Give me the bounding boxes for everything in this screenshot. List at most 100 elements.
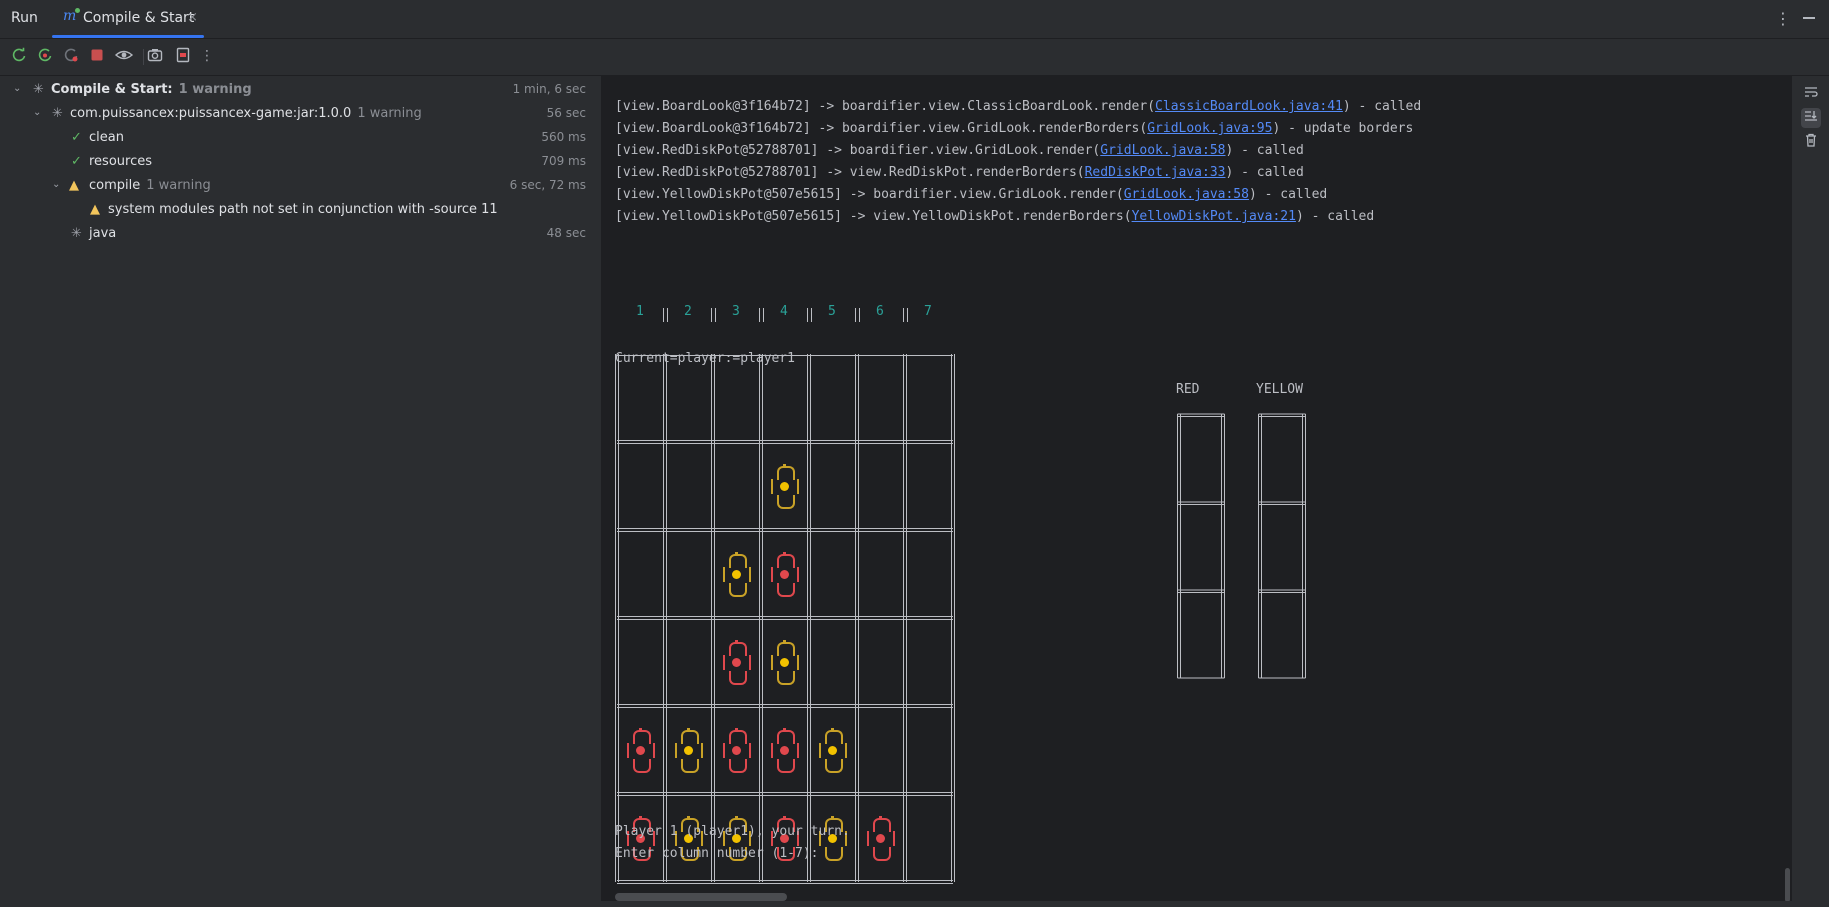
turn-prompt: Player 1 (player1), your turn. bbox=[615, 824, 850, 839]
horizontal-scrollbar[interactable] bbox=[615, 893, 787, 901]
maven-icon: m bbox=[63, 8, 81, 24]
red-disk bbox=[715, 706, 763, 794]
export-icon[interactable] bbox=[174, 47, 192, 65]
duration: 709 ms bbox=[541, 154, 586, 168]
log-line: [view.YellowDiskPot@507e5615] -> boardif… bbox=[615, 187, 1328, 202]
yellow-disk bbox=[715, 530, 763, 618]
run-tool-window-title[interactable]: Run bbox=[11, 10, 38, 26]
log-line: [view.YellowDiskPot@507e5615] -> view.Ye… bbox=[615, 209, 1375, 224]
rerun-disabled-icon[interactable] bbox=[62, 47, 80, 65]
warning-icon: ▲ bbox=[90, 202, 100, 217]
warning-icon: ▲ bbox=[69, 178, 79, 193]
rerun-failed-icon[interactable] bbox=[36, 47, 54, 65]
yellow-pot-label: YELLOW bbox=[1256, 382, 1303, 397]
source-link[interactable]: YellowDiskPot.java:21 bbox=[1132, 209, 1296, 224]
column-separator bbox=[759, 308, 764, 322]
yellow-disk bbox=[763, 618, 811, 706]
duration: 56 sec bbox=[546, 106, 586, 120]
input-prompt[interactable]: Enter column number (1-7): bbox=[615, 843, 819, 865]
yellow-disk-pot bbox=[1258, 413, 1306, 679]
stop-icon[interactable] bbox=[88, 47, 106, 65]
check-icon: ✓ bbox=[71, 130, 82, 145]
column-separator bbox=[711, 308, 716, 322]
duration: 560 ms bbox=[541, 130, 586, 144]
console-log: [view.BoardLook@3f164b72] -> boardifier.… bbox=[615, 96, 1421, 228]
warning-count: 1 warning bbox=[146, 178, 211, 193]
tree-item-label: com.puissancex:puissancex-game:jar:1.0.0 bbox=[70, 106, 352, 121]
check-icon: ✓ bbox=[71, 154, 82, 169]
vertical-scrollbar[interactable] bbox=[1785, 868, 1790, 902]
spinner-icon: ✳ bbox=[52, 106, 63, 121]
trash-icon[interactable] bbox=[1801, 132, 1821, 152]
tree-item-label: compile bbox=[89, 178, 141, 193]
run-toolbar: ⋮ bbox=[0, 39, 1829, 76]
console-output[interactable]: [view.BoardLook@3f164b72] -> boardifier.… bbox=[602, 76, 1791, 901]
source-link[interactable]: GridLook.java:58 bbox=[1100, 143, 1225, 158]
log-line: [view.RedDiskPot@52788701] -> boardifier… bbox=[615, 143, 1304, 158]
tab-compile-and-start[interactable]: m Compile & Start × bbox=[52, 0, 204, 38]
column-number: 5 bbox=[828, 304, 836, 319]
source-link[interactable]: GridLook.java:58 bbox=[1124, 187, 1249, 202]
more-options-icon[interactable]: ⋮ bbox=[1775, 9, 1791, 28]
tree-item-compile[interactable]: ⌄ ▲ compile 1 warning 6 sec, 72 ms bbox=[0, 174, 601, 198]
scroll-to-end-icon[interactable] bbox=[1801, 108, 1821, 128]
tree-item-label: resources bbox=[89, 154, 153, 169]
column-separator bbox=[903, 308, 908, 322]
toolbar-separator bbox=[143, 49, 144, 65]
duration: 48 sec bbox=[546, 226, 586, 240]
tab-active-indicator bbox=[52, 35, 204, 38]
red-disk bbox=[859, 794, 907, 882]
yellow-disk bbox=[811, 706, 859, 794]
log-line: [view.RedDiskPot@52788701] -> view.RedDi… bbox=[615, 165, 1304, 180]
column-separator bbox=[855, 308, 860, 322]
red-disk bbox=[619, 706, 667, 794]
soft-wrap-icon[interactable] bbox=[1801, 84, 1821, 104]
red-disk bbox=[763, 706, 811, 794]
status-strip bbox=[0, 901, 1829, 907]
console-side-toolbar bbox=[1791, 76, 1829, 901]
source-link[interactable]: RedDiskPot.java:33 bbox=[1085, 165, 1226, 180]
rerun-icon[interactable] bbox=[10, 47, 28, 65]
log-line: [view.BoardLook@3f164b72] -> boardifier.… bbox=[615, 121, 1414, 136]
chevron-down-icon[interactable]: ⌄ bbox=[13, 83, 21, 94]
log-line: [view.BoardLook@3f164b72] -> boardifier.… bbox=[615, 99, 1422, 114]
tree-item-label: clean bbox=[89, 130, 124, 145]
red-pot-label: RED bbox=[1176, 382, 1200, 397]
chevron-down-icon[interactable]: ⌄ bbox=[33, 107, 41, 118]
warning-count: 1 warning bbox=[178, 82, 252, 97]
column-separator bbox=[807, 308, 812, 322]
warning-count: 1 warning bbox=[357, 106, 422, 121]
tool-window-header: Run m Compile & Start × ⋮ bbox=[0, 0, 1829, 39]
tree-item-root[interactable]: ⌄ ✳ Compile & Start: 1 warning 1 min, 6 s… bbox=[0, 78, 601, 102]
source-link[interactable]: ClassicBoardLook.java:41 bbox=[1155, 99, 1343, 114]
tab-title: Compile & Start bbox=[83, 10, 195, 26]
minimize-icon[interactable] bbox=[1803, 17, 1815, 19]
yellow-disk bbox=[667, 706, 715, 794]
tree-item-project[interactable]: ⌄ ✳ com.puissancex:puissancex-game:jar:1… bbox=[0, 102, 601, 126]
camera-icon[interactable] bbox=[146, 47, 164, 65]
column-number: 6 bbox=[876, 304, 884, 319]
column-separator bbox=[663, 308, 668, 322]
tree-item-clean[interactable]: ✓ clean 560 ms bbox=[0, 126, 601, 150]
chevron-down-icon[interactable]: ⌄ bbox=[52, 179, 60, 190]
tree-item-label: Compile & Start: bbox=[51, 82, 173, 97]
red-disk-pot bbox=[1177, 413, 1225, 679]
duration: 1 min, 6 sec bbox=[512, 82, 586, 96]
more-icon[interactable]: ⋮ bbox=[198, 47, 216, 65]
red-disk bbox=[763, 530, 811, 618]
tree-item-label: java bbox=[89, 226, 117, 241]
source-link[interactable]: GridLook.java:95 bbox=[1147, 121, 1272, 136]
column-number: 3 bbox=[732, 304, 740, 319]
spinner-icon: ✳ bbox=[71, 226, 82, 241]
tree-item-warning[interactable]: ▲ system modules path not set in conjunc… bbox=[0, 198, 601, 222]
current-player-label: Current=player:=player1 bbox=[615, 351, 796, 366]
build-tree: ⌄ ✳ Compile & Start: 1 warning 1 min, 6 s… bbox=[0, 76, 602, 907]
close-icon[interactable]: × bbox=[187, 10, 198, 25]
spinner-icon: ✳ bbox=[33, 82, 44, 97]
tree-item-resources[interactable]: ✓ resources 709 ms bbox=[0, 150, 601, 174]
column-number: 1 bbox=[636, 304, 644, 319]
column-number: 7 bbox=[924, 304, 932, 319]
yellow-disk bbox=[763, 442, 811, 530]
tree-item-java[interactable]: ✳ java 48 sec bbox=[0, 222, 601, 246]
eye-icon[interactable] bbox=[113, 47, 135, 65]
